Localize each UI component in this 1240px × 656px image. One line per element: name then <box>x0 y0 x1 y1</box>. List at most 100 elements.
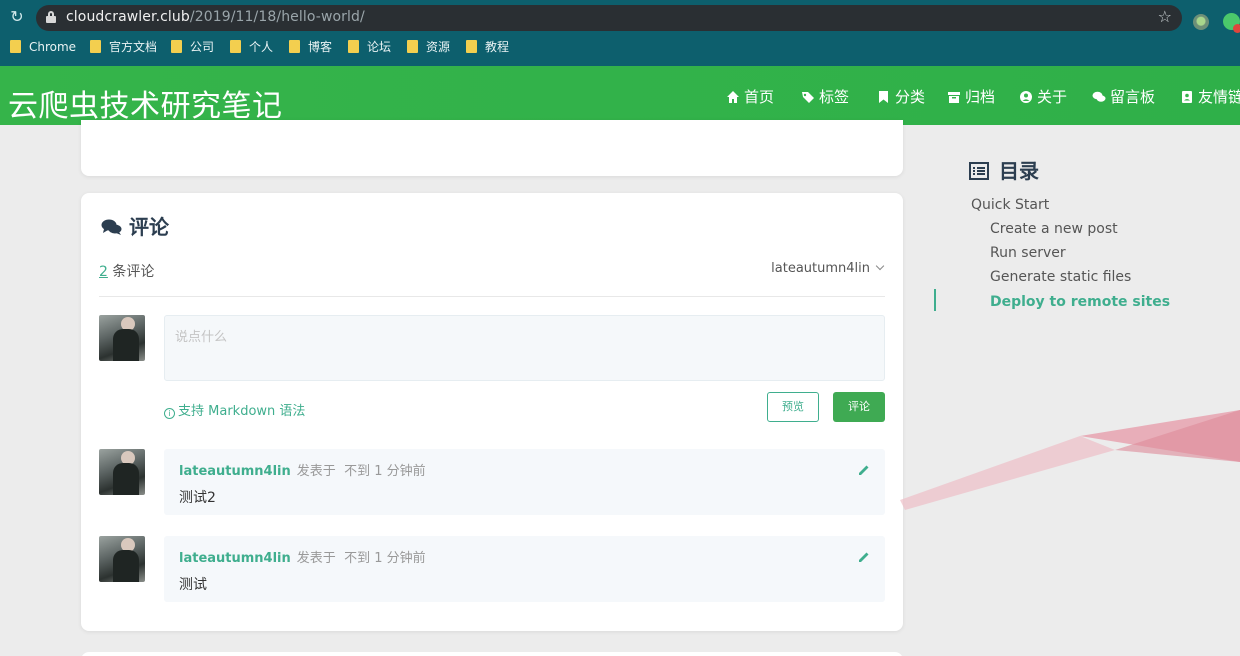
toc-item-active[interactable]: Deploy to remote sites <box>990 294 1170 310</box>
comment-count-number[interactable]: 2 <box>99 264 108 280</box>
url-host: cloudcrawler.club <box>66 9 190 25</box>
comments-icon <box>1092 91 1106 102</box>
comments-icon <box>101 219 122 235</box>
toc-item[interactable]: Generate static files <box>990 269 1131 285</box>
decorative-ribbon <box>900 410 1240 510</box>
bookmark-label: Chrome <box>29 40 77 54</box>
info-icon: i <box>164 408 175 419</box>
bookmark-item[interactable]: 论坛 <box>348 38 391 56</box>
archive-icon <box>948 92 960 103</box>
bookmark-label: 博客 <box>308 40 333 54</box>
comment-text: 测试2 <box>179 490 216 506</box>
list-icon <box>969 162 989 180</box>
nav-about[interactable]: 关于 <box>1019 87 1067 107</box>
markdown-hint[interactable]: i 支持 Markdown 语法 <box>164 400 305 419</box>
nav-friends[interactable]: 友情链 <box>1180 87 1240 107</box>
chevron-down-icon <box>875 261 885 271</box>
comment-placeholder: 说点什么 <box>175 330 228 345</box>
comment-author[interactable]: lateautumn4lin <box>179 551 291 566</box>
url-path: /2019/11/18/hello-world/ <box>189 9 365 25</box>
comment-text: 测试 <box>179 577 207 593</box>
nav-archives[interactable]: 归档 <box>947 87 995 107</box>
toc-title-text: 目录 <box>999 159 1039 183</box>
avatar <box>99 315 145 361</box>
nav-label: 分类 <box>895 88 926 106</box>
tag-icon <box>802 92 814 103</box>
comment-item: lateautumn4lin 发表于 不到 1 分钟前 测试2 <box>164 449 885 515</box>
comment-time: 不到 1 分钟前 <box>344 551 426 566</box>
url-text[interactable]: cloudcrawler.club/2019/11/18/hello-world… <box>66 9 365 25</box>
user-dropdown[interactable]: lateautumn4lin <box>771 261 885 276</box>
bookmark-item[interactable]: 个人 <box>230 38 273 56</box>
comment-meta: lateautumn4lin 发表于 不到 1 分钟前 <box>179 547 426 566</box>
comments-card: 评论 2 条评论 lateautumn4lin 说点什么 i 支持 Markdow… <box>81 193 903 631</box>
bookmark-star-icon[interactable]: ☆ <box>1158 7 1172 26</box>
folder-icon <box>230 40 241 53</box>
bookmark-item[interactable]: 资源 <box>407 38 450 56</box>
folder-icon <box>289 40 300 53</box>
bookmark-item[interactable]: 官方文档 <box>90 38 157 56</box>
bookmark-item[interactable]: 博客 <box>289 38 332 56</box>
nav-guestbook[interactable]: 留言板 <box>1092 87 1155 107</box>
edit-pencil-icon[interactable] <box>857 463 871 477</box>
home-icon <box>727 91 739 103</box>
folder-icon <box>466 40 477 53</box>
comment-meta: lateautumn4lin 发表于 不到 1 分钟前 <box>179 460 426 479</box>
current-user-name: lateautumn4lin <box>771 261 870 276</box>
folder-icon <box>10 40 21 53</box>
toc-item[interactable]: Create a new post <box>990 221 1118 237</box>
folder-icon <box>348 40 359 53</box>
bookmark-item[interactable]: Chrome <box>10 38 76 56</box>
reload-icon[interactable]: ↻ <box>8 8 26 26</box>
markdown-hint-text: 支持 Markdown 语法 <box>178 404 306 419</box>
nav-label: 首页 <box>744 88 775 106</box>
comments-heading-text: 评论 <box>129 215 169 239</box>
site-title[interactable]: 云爬虫技术研究笔记 <box>8 81 283 125</box>
comments-heading: 评论 <box>101 211 169 240</box>
comment-item: lateautumn4lin 发表于 不到 1 分钟前 测试 <box>164 536 885 602</box>
edit-pencil-icon[interactable] <box>857 550 871 564</box>
divider <box>99 296 885 297</box>
bookmark-label: 官方文档 <box>109 40 158 54</box>
nav-label: 标签 <box>819 88 850 106</box>
contact-card-icon <box>1182 91 1192 103</box>
profile-extension-icon[interactable] <box>1223 13 1240 33</box>
avatar <box>99 449 145 495</box>
extension-icon[interactable] <box>1193 14 1209 30</box>
nav-home[interactable]: 首页 <box>726 87 774 107</box>
toc-item[interactable]: Run server <box>990 245 1066 261</box>
address-row: ↻ cloudcrawler.club/2019/11/18/hello-wor… <box>0 4 1240 33</box>
comment-count-label: 条评论 <box>112 264 155 280</box>
folder-icon <box>407 40 418 53</box>
comment-posted-label: 发表于 <box>296 464 336 479</box>
bookmark-item[interactable]: 公司 <box>171 38 214 56</box>
nav-label: 留言板 <box>1110 88 1156 106</box>
comment-author[interactable]: lateautumn4lin <box>179 464 291 479</box>
comment-time: 不到 1 分钟前 <box>344 464 426 479</box>
folder-icon <box>171 40 182 53</box>
bookmark-label: 教程 <box>485 40 510 54</box>
address-bar[interactable]: cloudcrawler.club/2019/11/18/hello-world… <box>36 5 1182 31</box>
comment-input[interactable]: 说点什么 <box>164 315 885 381</box>
folder-icon <box>90 40 101 53</box>
avatar <box>99 536 145 582</box>
post-content-card <box>81 120 903 176</box>
toc-title: 目录 <box>969 155 1039 184</box>
bookmark-label: 资源 <box>426 40 451 54</box>
nav-tags[interactable]: 标签 <box>801 87 849 107</box>
nav-categories[interactable]: 分类 <box>877 87 925 107</box>
site-header: 云爬虫技术研究笔记 首页 标签 分类 归档 关于 留言板 友情链 <box>0 66 1240 125</box>
next-card <box>81 652 903 656</box>
bookmark-label: 公司 <box>190 40 215 54</box>
bookmark-item[interactable]: 教程 <box>466 38 509 56</box>
nav-label: 友情链 <box>1198 88 1240 106</box>
nav-label: 归档 <box>965 88 996 106</box>
nav-label: 关于 <box>1037 88 1068 106</box>
preview-button[interactable]: 预览 <box>767 392 819 422</box>
bookmark-icon <box>879 91 888 103</box>
user-circle-icon <box>1020 91 1032 103</box>
submit-comment-button[interactable]: 评论 <box>833 392 885 422</box>
toc-active-indicator <box>934 289 936 311</box>
bookmark-label: 论坛 <box>367 40 392 54</box>
toc-item[interactable]: Quick Start <box>971 197 1049 213</box>
